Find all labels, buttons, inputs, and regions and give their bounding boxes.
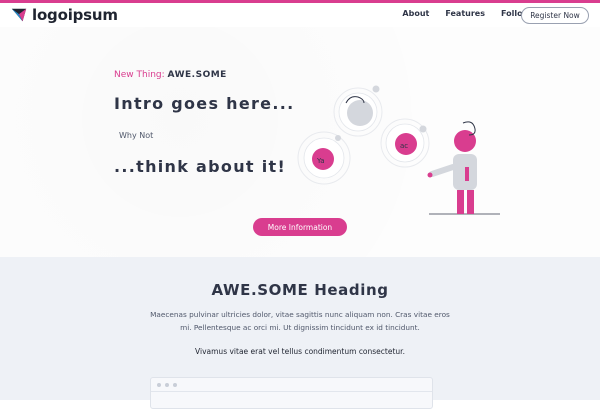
window-dot [157, 383, 161, 387]
eyebrow-prefix: New Thing: [114, 70, 165, 80]
navbar: logoipsum About Features Follow Register… [0, 3, 600, 27]
window-divider [151, 391, 432, 392]
section-heading: AWE.SOME Heading [211, 281, 389, 299]
logo[interactable]: logoipsum [10, 4, 118, 26]
section-line: Vivamus vitae erat vel tellus condimentu… [195, 347, 405, 356]
svg-text:Ya: Ya [316, 157, 325, 165]
register-now-button[interactable]: Register Now [521, 7, 589, 24]
hero-intro: Intro goes here... [114, 94, 295, 113]
hero-tagline: ...think about it! [114, 157, 287, 176]
window-dot [165, 383, 169, 387]
nav-links: About Features Follow [402, 9, 530, 18]
more-information-button[interactable]: More Information [253, 218, 347, 236]
window-dot [173, 383, 177, 387]
svg-text:ac: ac [400, 142, 408, 150]
hero-illustration: Ya ac [297, 85, 500, 215]
hero-subtext: Why Not [119, 131, 154, 140]
section-paragraph: Maecenas pulvinar ultricies dolor, vitae… [150, 310, 450, 332]
browser-mockup [150, 377, 433, 409]
hero-eyebrow: New Thing: AWE.SOME [114, 70, 227, 80]
logo-icon [11, 8, 27, 22]
hero-section: New Thing: AWE.SOME Intro goes here... W… [0, 27, 600, 257]
window-dots [157, 383, 177, 387]
logo-text: logoipsum [32, 6, 118, 24]
nav-link-about[interactable]: About [402, 9, 429, 18]
eyebrow-strong: AWE.SOME [167, 70, 227, 80]
feature-section: AWE.SOME Heading Maecenas pulvinar ultri… [0, 257, 600, 409]
nav-link-features[interactable]: Features [445, 9, 485, 18]
